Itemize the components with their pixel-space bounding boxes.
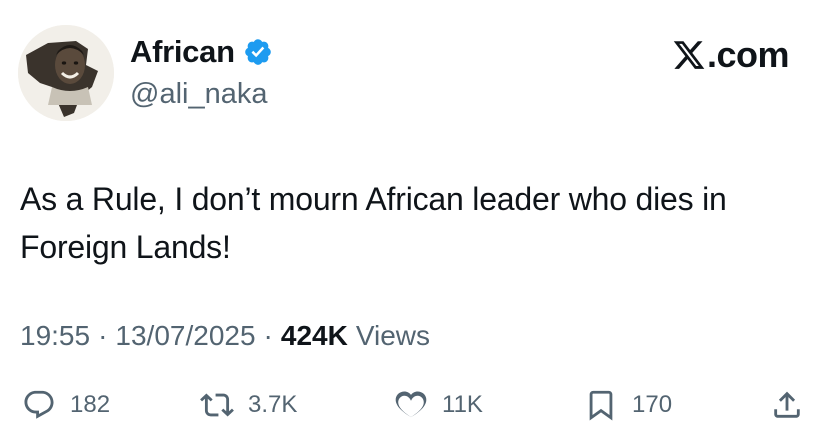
meta-separator: ·: [98, 320, 108, 351]
share-icon: [770, 388, 804, 422]
share-button[interactable]: [770, 388, 804, 422]
brand-domain: .com: [706, 34, 790, 75]
views-label: Views: [355, 320, 430, 351]
avatar-image: [18, 25, 114, 121]
heart-icon: [394, 388, 428, 422]
repost-icon: [200, 388, 234, 422]
bookmark-icon: [584, 388, 618, 422]
reply-icon: [22, 388, 56, 422]
tweet-meta: 19:55 · 13/07/2025 · 424K Views: [20, 320, 430, 352]
reply-button[interactable]: 182: [22, 388, 110, 422]
bookmark-count: 170: [632, 391, 673, 418]
reply-count: 182: [70, 391, 111, 418]
meta-separator: ·: [263, 320, 273, 351]
brand-mark: .com: [672, 34, 790, 76]
tweet-date[interactable]: 13/07/2025: [115, 320, 255, 352]
action-bar: 182 3.7K 11K 170: [0, 388, 825, 432]
x-logo-icon: [672, 38, 706, 72]
display-name[interactable]: African: [130, 34, 235, 70]
like-count: 11K: [442, 391, 483, 418]
views-count: 424K: [280, 320, 348, 351]
tweet-text: As a Rule, I don’t mourn African leader …: [20, 181, 727, 265]
tweet-time[interactable]: 19:55: [20, 320, 90, 352]
repost-button[interactable]: 3.7K: [200, 388, 297, 422]
user-handle[interactable]: @ali_naka: [130, 78, 267, 111]
bookmark-button[interactable]: 170: [584, 388, 672, 422]
verified-badge-icon[interactable]: [243, 37, 273, 67]
repost-count: 3.7K: [248, 391, 298, 418]
avatar[interactable]: [18, 25, 114, 121]
like-button[interactable]: 11K: [394, 388, 483, 422]
author-name-row: African: [130, 34, 273, 70]
